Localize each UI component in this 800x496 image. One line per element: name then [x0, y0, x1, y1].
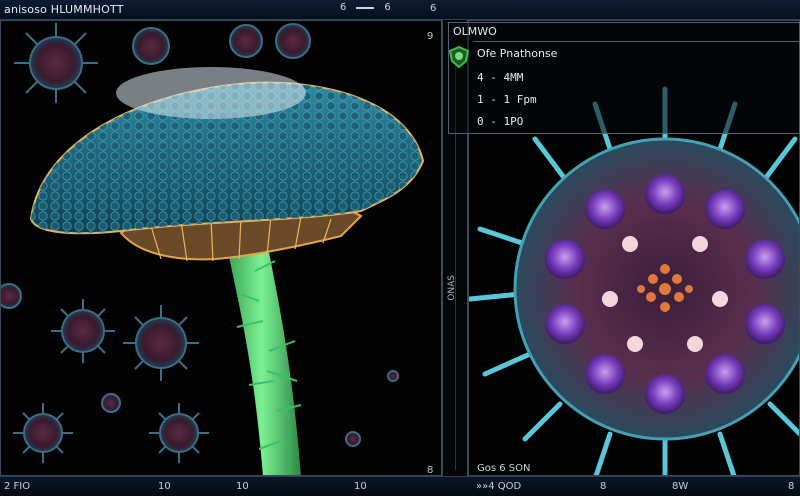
overlay-divider [473, 41, 799, 42]
overlay-item-label[interactable]: Ofe Pnathonse [477, 47, 557, 60]
right-bottom-label: Gos 6 SON [477, 463, 531, 474]
divider-vertical-label: ONAS [447, 275, 457, 301]
title-controls: 6 6 [340, 2, 391, 13]
overlay-row-1: 4 - 4MM [477, 71, 524, 84]
status-item-1: 2 FIO [4, 481, 31, 492]
status-item-4: 10 [354, 481, 367, 492]
status-item-3: 10 [236, 481, 249, 492]
status-bar: 2 FIO 10 10 10 »»4 QOD 8 8W 8 [0, 476, 800, 496]
title-control-right[interactable]: 6 [384, 2, 390, 13]
left-corner-bottom-right: 8 [427, 465, 433, 476]
info-overlay: OLMWO Ofe Pnathonse 4 - 4MM 1 - 1 Fpm 0 … [448, 22, 800, 134]
overlay-row-2: 1 - 1 Fpm [477, 93, 537, 106]
status-item-6: 8 [600, 481, 607, 492]
mushroom-image: 9 8 [1, 21, 441, 476]
green-shield-icon[interactable] [449, 46, 469, 68]
minimize-icon[interactable] [356, 6, 375, 9]
title-control-left[interactable]: 6 [340, 2, 346, 13]
overlay-header: OLMWO [453, 25, 497, 38]
status-item-7: 8W [672, 481, 689, 492]
status-item-8: 8 [788, 481, 795, 492]
left-image-viewport[interactable]: 9 8 [0, 20, 442, 476]
title-bar: anisoso HLUMMHOTT 6 6 6 [0, 0, 800, 20]
panel-number: 6 [430, 3, 437, 14]
status-item-5[interactable]: »»4 QOD [476, 481, 521, 492]
status-item-2: 10 [158, 481, 171, 492]
window-title: anisoso HLUMMHOTT [4, 3, 124, 16]
overlay-row-3: 0 - 1PO [477, 115, 524, 128]
left-corner-top-right: 9 [427, 31, 433, 42]
